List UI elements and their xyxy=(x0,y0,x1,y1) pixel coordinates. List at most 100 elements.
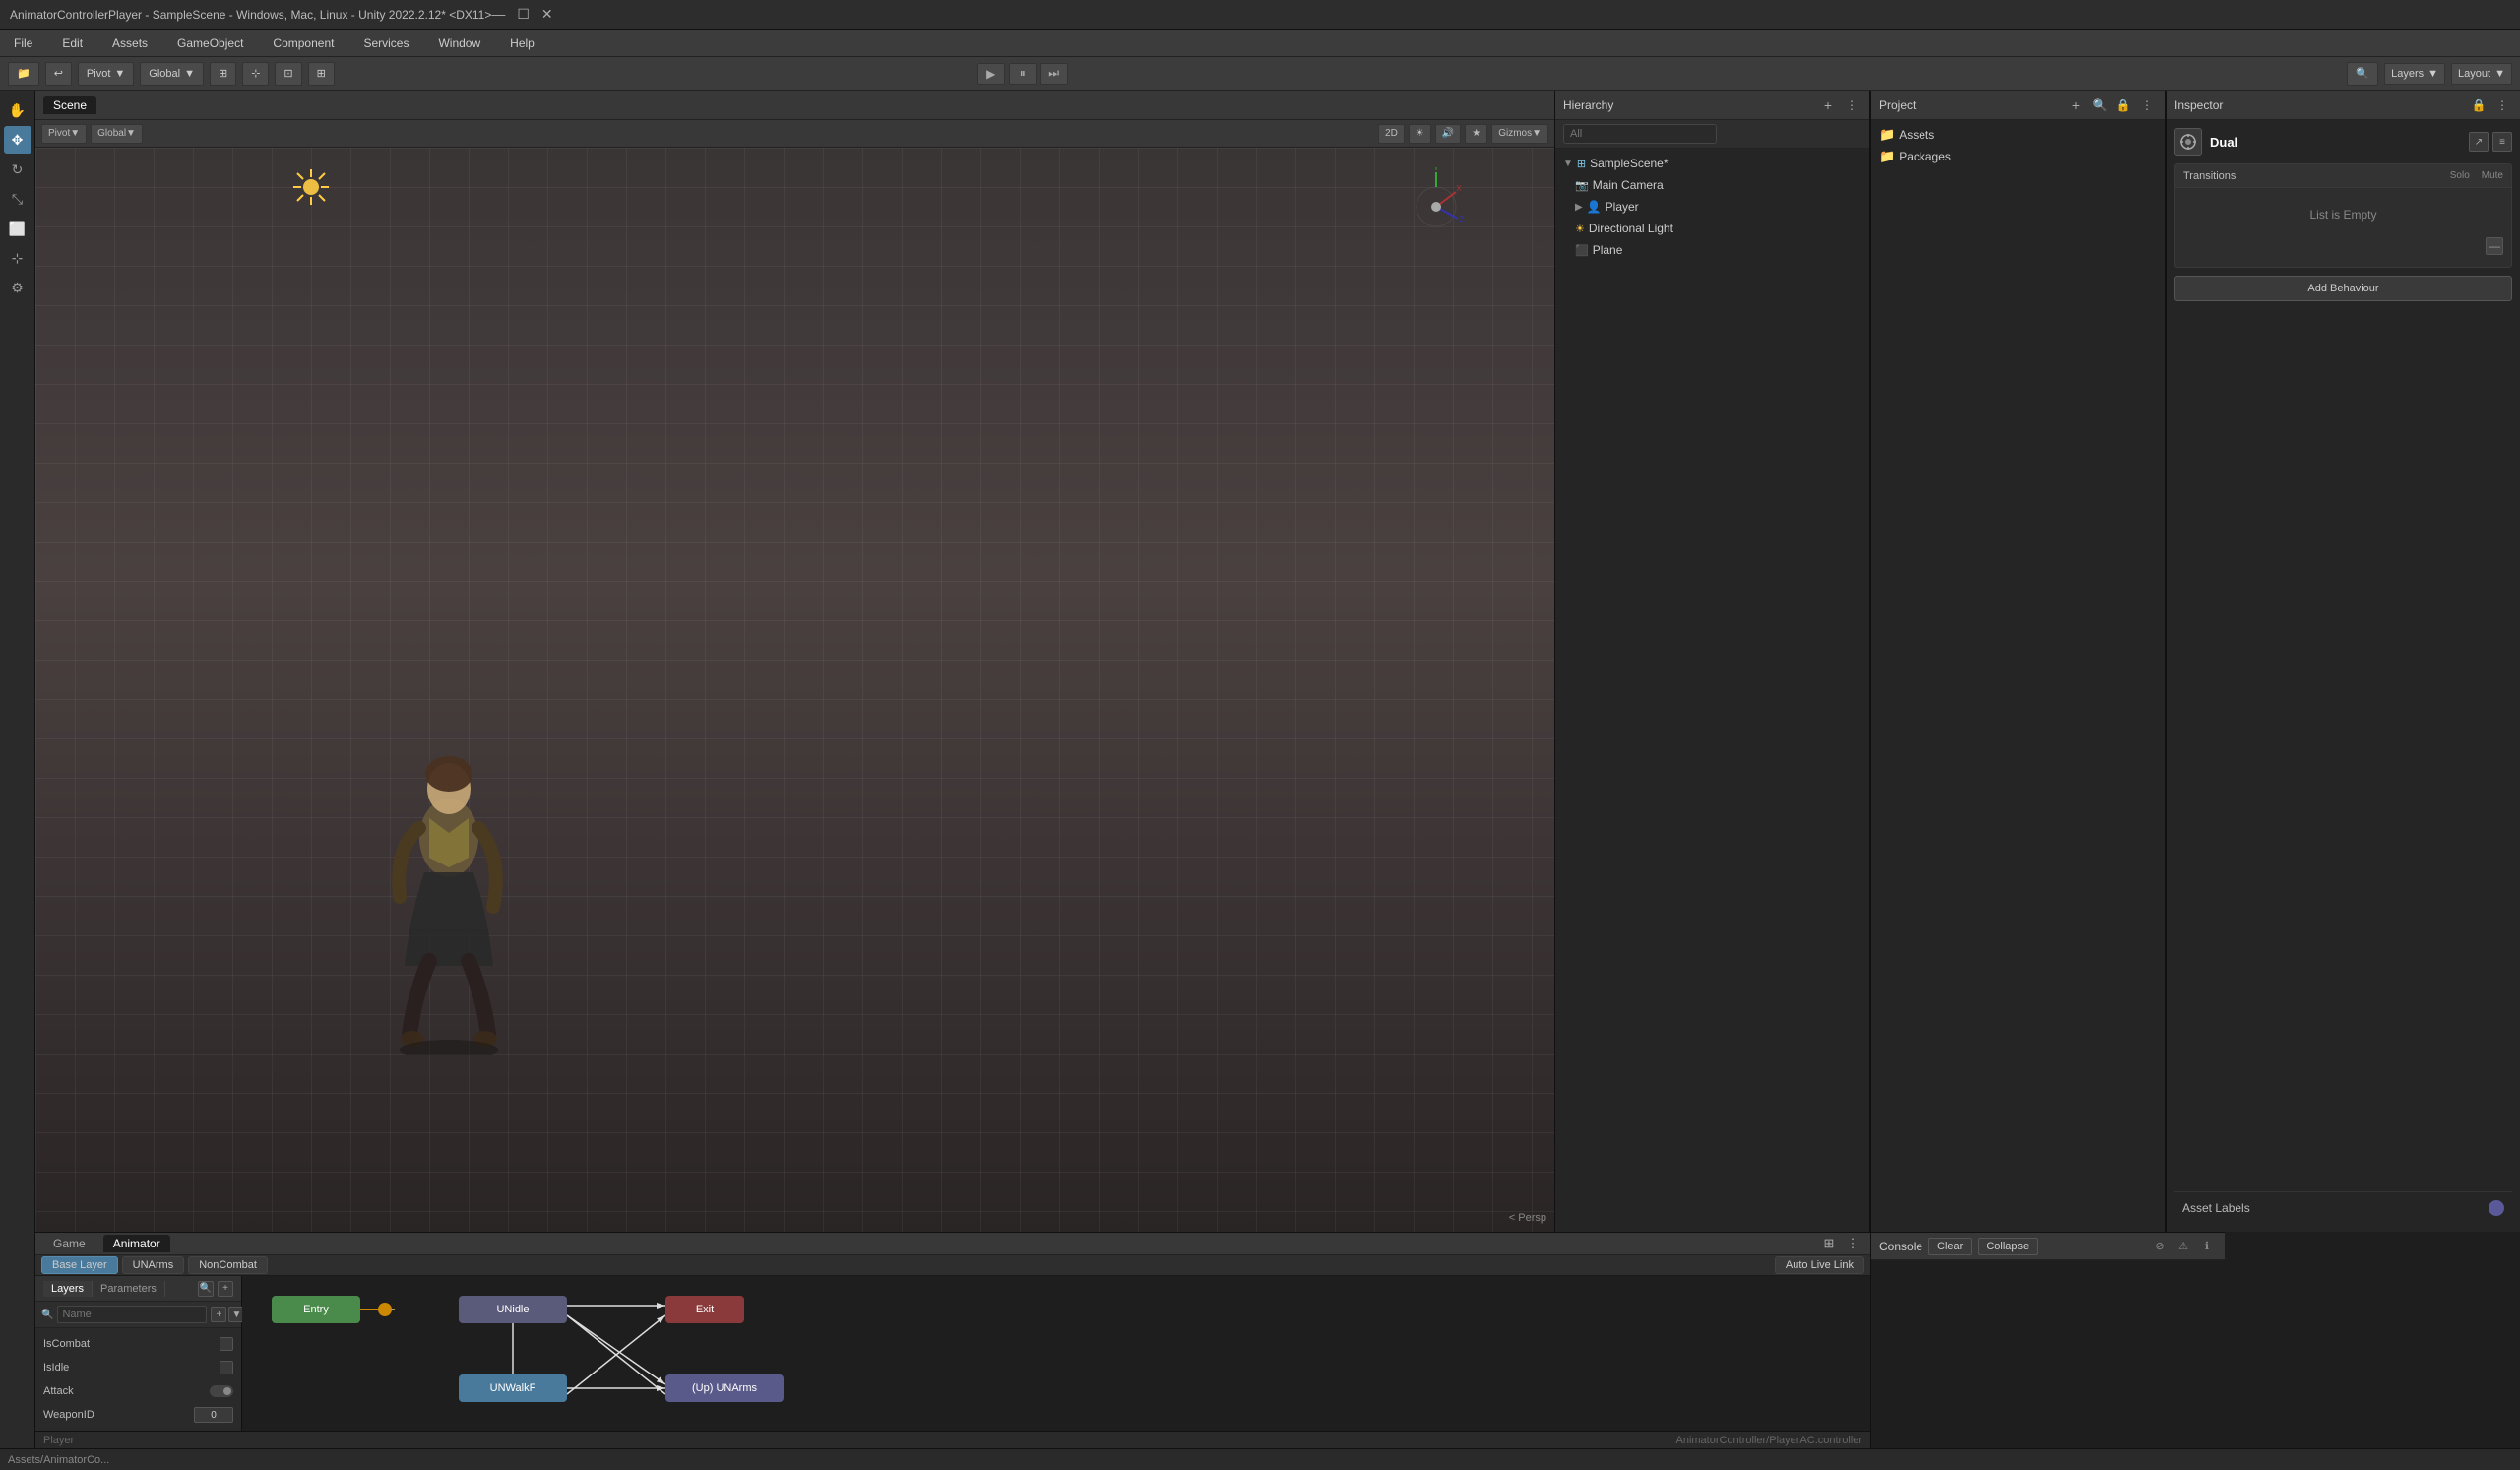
rect-tool[interactable]: ⬜ xyxy=(4,215,32,242)
layers-dropdown[interactable]: Layers▼ xyxy=(2384,63,2445,85)
menu-file[interactable]: File xyxy=(8,34,38,52)
scene-viewport[interactable]: Y X Z < Persp xyxy=(35,148,1554,1232)
toolbar-undo-icon[interactable]: ↩ xyxy=(45,62,72,86)
console-collapse-button[interactable]: Collapse xyxy=(1978,1238,2038,1255)
hierarchy-item-samplescene[interactable]: ▼ ⊞ SampleScene* xyxy=(1555,153,1869,174)
add-param-icon[interactable]: + xyxy=(211,1307,226,1322)
scene-2d-btn[interactable]: 2D xyxy=(1378,124,1405,144)
toolbar: 📁 ↩ Pivot▼ Global▼ ⊞ ⊹ ⊡ ⊞ ▶ ⏸ ⏭ 🔍 Layer… xyxy=(0,57,2520,91)
scene-fx-btn[interactable]: ★ xyxy=(1465,124,1487,144)
console-clear-button[interactable]: Clear xyxy=(1928,1238,1972,1255)
animator-menu-button[interactable]: ⋮ xyxy=(1843,1234,1862,1253)
clear-label: Clear xyxy=(1937,1241,1963,1252)
hand-tool[interactable]: ✋ xyxy=(4,96,32,124)
scale-tool[interactable]: ⤡ xyxy=(4,185,32,213)
unarms-tab[interactable]: UNArms xyxy=(122,1256,185,1274)
snap-toggle[interactable]: ⊹ xyxy=(242,62,269,86)
add-behaviour-button[interactable]: Add Behaviour xyxy=(2174,276,2512,301)
menu-window[interactable]: Window xyxy=(432,34,486,52)
noncombat-tab[interactable]: NonCombat xyxy=(188,1256,268,1274)
maximize-button[interactable]: ☐ xyxy=(517,6,530,23)
transform-tool[interactable]: ⊹ xyxy=(4,244,32,272)
console-error-icon[interactable]: ⊘ xyxy=(2150,1237,2170,1256)
anim-node-exit[interactable]: Exit xyxy=(665,1296,744,1323)
scene-light-btn[interactable]: ☀ xyxy=(1409,124,1431,144)
project-menu-button[interactable]: ⋮ xyxy=(2137,96,2157,115)
anim-node-entry[interactable]: Entry xyxy=(272,1296,360,1323)
base-layer-tab[interactable]: Base Layer xyxy=(41,1256,118,1274)
project-search-button[interactable]: 🔍 xyxy=(2090,96,2110,115)
param-isidle-checkbox[interactable] xyxy=(220,1361,233,1374)
search-params-icon[interactable]: 🔍 xyxy=(198,1281,214,1297)
scene-global-btn[interactable]: Global▼ xyxy=(91,124,143,144)
minimize-button[interactable]: — xyxy=(491,6,505,23)
layers-tab[interactable]: Layers xyxy=(43,1281,93,1297)
project-header: Project + 🔍 🔒 ⋮ xyxy=(1871,91,2165,120)
layout-dropdown[interactable]: Layout▼ xyxy=(2451,63,2512,85)
inspector-preset-button[interactable]: ≡ xyxy=(2492,132,2512,152)
animator-tab[interactable]: Animator xyxy=(103,1235,170,1252)
animator-graph-area[interactable]: Entry UNidle Exit UNWalkF xyxy=(242,1276,1870,1431)
parameters-tab[interactable]: Parameters xyxy=(93,1281,165,1297)
menu-assets[interactable]: Assets xyxy=(106,34,154,52)
gizmo-toggle[interactable]: ⊞ xyxy=(308,62,335,86)
project-folder-assets[interactable]: 📁 Assets xyxy=(1875,124,2161,146)
scene-gizmo-btn[interactable]: Gizmos▼ xyxy=(1491,124,1548,144)
menu-services[interactable]: Services xyxy=(357,34,414,52)
step-button[interactable]: ⏭ xyxy=(1040,63,1068,85)
hierarchy-search[interactable] xyxy=(1563,124,1717,144)
animator-maximize-button[interactable]: ⊞ xyxy=(1819,1234,1839,1253)
game-tab[interactable]: Game xyxy=(43,1235,95,1252)
hierarchy-add-button[interactable]: + xyxy=(1818,96,1838,115)
project-folder-packages[interactable]: 📁 Packages xyxy=(1875,146,2161,167)
menu-edit[interactable]: Edit xyxy=(56,34,89,52)
console-title: Console xyxy=(1879,1240,1922,1253)
pause-button[interactable]: ⏸ xyxy=(1009,63,1037,85)
inspector-object-icon xyxy=(2174,128,2202,156)
scene-tab[interactable]: Scene xyxy=(43,96,96,114)
anim-node-unwalkf[interactable]: UNWalkF xyxy=(459,1374,567,1402)
menu-help[interactable]: Help xyxy=(504,34,540,52)
hierarchy-menu-button[interactable]: ⋮ xyxy=(1842,96,1861,115)
packages-folder-icon: 📁 xyxy=(1879,149,1895,164)
rotate-tool[interactable]: ↻ xyxy=(4,156,32,183)
hierarchy-item-player[interactable]: ▶ 👤 Player xyxy=(1555,196,1869,218)
anim-node-upuniarms[interactable]: (Up) UNArms xyxy=(665,1374,784,1402)
hierarchy-item-maincamera[interactable]: 📷 Main Camera xyxy=(1555,174,1869,196)
global-dropdown[interactable]: Global▼ xyxy=(140,62,204,86)
move-tool[interactable]: ✥ xyxy=(4,126,32,154)
project-lock-button[interactable]: 🔒 xyxy=(2113,96,2133,115)
animator-bottom-labels: Player AnimatorController/PlayerAC.contr… xyxy=(35,1431,1870,1448)
param-iscombat-checkbox[interactable] xyxy=(220,1337,233,1351)
pivot-dropdown[interactable]: Pivot▼ xyxy=(78,62,134,86)
scene-audio-btn[interactable]: 🔊 xyxy=(1435,124,1461,144)
menu-gameobject[interactable]: GameObject xyxy=(171,34,249,52)
menu-component[interactable]: Component xyxy=(267,34,340,52)
param-attack-trigger[interactable] xyxy=(210,1385,233,1397)
param-weaponid-value[interactable]: 0 xyxy=(194,1407,233,1423)
grid-toggle[interactable]: ⊞ xyxy=(210,62,236,86)
hierarchy-item-directionallight[interactable]: ☀ Directional Light xyxy=(1555,218,1869,239)
auto-live-button[interactable]: Auto Live Link xyxy=(1775,1256,1864,1274)
hierarchy-item-plane[interactable]: ⬛ Plane xyxy=(1555,239,1869,261)
console-warn-icon[interactable]: ⚠ xyxy=(2174,1237,2193,1256)
scene-hierarchy-row: Scene Pivot▼ Global▼ 2D ☀ 🔊 ★ Gizmos▼ xyxy=(35,91,1870,1232)
asset-label-color-button[interactable] xyxy=(2488,1200,2504,1216)
inspector-open-button[interactable]: ↗ xyxy=(2469,132,2488,152)
add-param-button[interactable]: + xyxy=(218,1281,233,1297)
scene-pivot-btn[interactable]: Pivot▼ xyxy=(41,124,87,144)
inspector-lock-button[interactable]: 🔒 xyxy=(2469,96,2488,115)
play-button[interactable]: ▶ xyxy=(977,63,1005,85)
view-toggle[interactable]: ⊡ xyxy=(275,62,301,86)
project-add-button[interactable]: + xyxy=(2066,96,2086,115)
param-attack: Attack xyxy=(35,1379,241,1403)
inspector-menu-button[interactable]: ⋮ xyxy=(2492,96,2512,115)
toolbar-file-icon[interactable]: 📁 xyxy=(8,62,39,86)
console-info-icon[interactable]: ℹ xyxy=(2197,1237,2217,1256)
anim-node-unidle[interactable]: UNidle xyxy=(459,1296,567,1323)
custom-tool[interactable]: ⚙ xyxy=(4,274,32,301)
close-button[interactable]: ✕ xyxy=(541,6,553,23)
param-name-search[interactable] xyxy=(57,1306,207,1323)
search-button[interactable]: 🔍 xyxy=(2347,62,2378,86)
remove-transition-button[interactable]: — xyxy=(2486,237,2503,255)
